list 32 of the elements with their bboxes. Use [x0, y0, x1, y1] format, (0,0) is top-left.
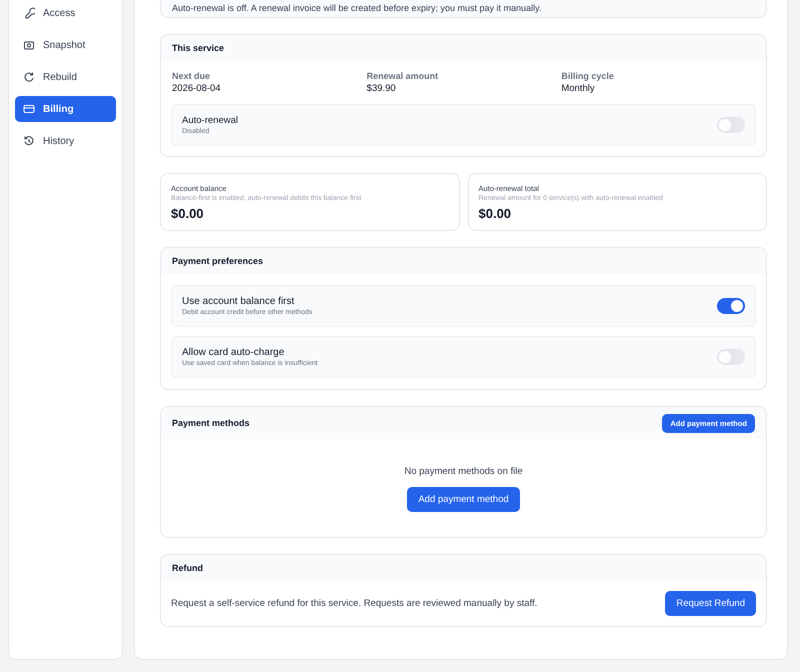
field-value: $39.90: [366, 83, 397, 94]
toggle-switch[interactable]: [717, 349, 745, 365]
field-label: Billing cycle: [561, 71, 615, 81]
section-title: Payment preferences: [172, 256, 264, 266]
notice-text: Auto-renewal is off. A renewal invoice will be created before expiry; you must pay it manually.: [160, 0, 767, 18]
field-label: Renewal amount: [366, 71, 440, 81]
stat-value: $0.00: [171, 206, 205, 221]
section-title: Refund: [172, 563, 203, 573]
refresh-icon: [23, 71, 35, 83]
section-title: This service: [172, 43, 224, 53]
request-refund-button[interactable]: Request Refund: [665, 591, 756, 616]
field-label: Next due: [172, 71, 212, 81]
setting-label: Use account balance first: [182, 296, 296, 307]
toggle-switch[interactable]: [717, 298, 745, 314]
section-title: Payment methods: [172, 418, 250, 428]
add-payment-method-button[interactable]: Add payment method: [407, 487, 520, 512]
setting-label: Auto-renewal: [182, 115, 238, 126]
card-icon: [23, 103, 35, 115]
sidebar-item[interactable]: Billing: [15, 96, 116, 122]
stat-value: $0.00: [478, 206, 512, 221]
field-value: 2026-08-04: [172, 83, 222, 94]
camera-icon: [23, 39, 35, 51]
refund-description: Request a self-service refund for this service. Requests are reviewed manually by staff.: [171, 598, 538, 609]
sidebar-item[interactable]: Snapshot: [15, 32, 116, 58]
toggle-switch[interactable]: [717, 117, 745, 133]
sidebar-item[interactable]: Rebuild: [15, 64, 116, 90]
sidebar-item[interactable]: History: [15, 128, 116, 154]
history-icon: [23, 135, 35, 147]
setting-label: Allow card auto-charge: [182, 347, 286, 358]
empty-state-text: No payment methods on file: [404, 466, 523, 477]
field-value: Monthly: [561, 83, 596, 94]
sidebar-item[interactable]: Access: [15, 0, 116, 26]
